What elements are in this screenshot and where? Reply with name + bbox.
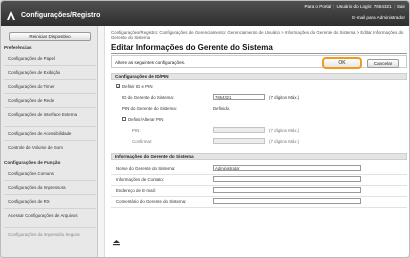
logout-link[interactable]: Sair: [397, 4, 405, 9]
sidebar-item-network[interactable]: Configurações de Rede: [8, 98, 94, 104]
title-divider: [111, 53, 407, 54]
sidebar-item-external-interface[interactable]: Configurações de Interface Externa: [8, 112, 94, 118]
sidebar-divider: [4, 107, 96, 108]
sidebar-item-access-files[interactable]: Acessar Configurações de Arquivos: [8, 213, 94, 219]
confirm-label: Confirmar:: [132, 139, 153, 144]
breadcrumb: Configurações/Registro: Configurações de…: [111, 30, 404, 40]
sidebar-divider: [4, 227, 96, 228]
restart-device-button[interactable]: Reiniciar Dispositivo: [9, 32, 91, 41]
message-row: Altere as seguintes configurações.: [111, 55, 407, 68]
sidebar-item-printer[interactable]: Configurações da Impressora: [8, 185, 94, 191]
define-id-pin-label: Definir ID e PIN: [122, 84, 153, 89]
login-user-label: Usuário do Login: 7654321: [336, 4, 392, 9]
sidebar-item-sound-volume[interactable]: Controle de Volume de Som: [8, 145, 94, 151]
row-divider: [111, 174, 407, 175]
sidebar-divider: [4, 93, 96, 94]
sidebar-item-common[interactable]: Configurações Comuns: [8, 171, 94, 177]
sidebar-divider: [4, 194, 96, 195]
sidebar-item-secure-print[interactable]: Configurações da Impressão Segura: [8, 232, 94, 238]
ok-button[interactable]: OK: [322, 57, 362, 69]
contact-info-label: Informações de Contato:: [116, 177, 165, 182]
manager-pin-label: PIN do Gerente do Sistema:: [122, 106, 177, 111]
sidebar-divider: [4, 180, 96, 181]
double-up-arrow-icon[interactable]: [113, 240, 120, 246]
row-divider: [111, 185, 407, 186]
manager-id-input[interactable]: [213, 94, 265, 100]
row-divider: [111, 207, 407, 208]
confirm-pin-input[interactable]: [213, 138, 265, 144]
sidebar-item-timer[interactable]: Configurações do Timer: [8, 84, 94, 90]
pin-label: PIN:: [132, 128, 141, 133]
sidebar-divider: [4, 79, 96, 80]
app-title: Configurações/Registro: [21, 12, 101, 19]
sidebar-item-display[interactable]: Configurações de Exibição: [8, 70, 94, 76]
sidebar-head-functions: Configurações de Função: [4, 160, 61, 165]
id-pin-section-heading: Configurações de ID/PIN: [111, 73, 407, 80]
portal-link[interactable]: Para o Portal: [304, 4, 331, 9]
sidebar-item-paper[interactable]: Configurações de Papel: [8, 56, 94, 62]
cancel-button[interactable]: Cancelar: [367, 59, 399, 68]
sidebar-item-accessibility[interactable]: Configurações de Acessibilidade: [8, 131, 94, 137]
top-links: Para o Portal | Usuário do Login: 7654321 |…: [304, 4, 405, 9]
app-window: Configurações/Registro Para o Portal | Usu…: [0, 0, 410, 258]
home-logo-icon[interactable]: [7, 11, 15, 20]
row-divider: [111, 196, 407, 197]
page-title: Editar Informações do Gerente do Sistema: [111, 43, 273, 52]
confirm-hint: (7 dígitos Máx.): [269, 139, 300, 144]
manager-comment-input[interactable]: [213, 198, 361, 204]
sidebar-head-preferences: Preferências: [4, 45, 32, 50]
main-panel: Configurações/Registro: Configurações de…: [104, 26, 409, 257]
manager-id-label: ID do Gerente do Sistema:: [122, 95, 174, 100]
email-address-label: Endereço de E-mail:: [116, 188, 156, 193]
email-admin-link[interactable]: E-mail para Administrador: [352, 15, 405, 20]
email-address-input[interactable]: [213, 187, 361, 193]
manager-name-label: Nome do Gerente do Sistema:: [116, 166, 176, 171]
manager-info-section-heading: Informações do Gerente do Sistema: [111, 153, 407, 160]
sidebar-divider: [4, 140, 96, 141]
contact-info-input[interactable]: [213, 176, 361, 182]
sidebar-divider: [4, 65, 96, 66]
define-change-pin-checkbox[interactable]: [122, 117, 126, 121]
manager-name-input[interactable]: [213, 165, 361, 171]
pin-input[interactable]: [213, 127, 265, 133]
manager-id-hint: (7 dígitos Máx.): [269, 95, 300, 100]
sidebar: Reiniciar Dispositivo Preferências Confi…: [1, 26, 98, 257]
pin-hint: (7 dígitos Máx.): [269, 128, 300, 133]
instruction-text: Altere as seguintes configurações.: [115, 60, 186, 65]
sidebar-item-rx[interactable]: Configurações de RX: [8, 199, 94, 205]
manager-comment-label: Comentário do Gerente do Sistema:: [116, 199, 187, 204]
sidebar-divider: [4, 126, 96, 127]
define-change-pin-label: Definir/Alterar PIN: [128, 117, 164, 122]
define-id-pin-checkbox[interactable]: ✓: [116, 84, 120, 89]
sidebar-divider: [4, 208, 96, 209]
manager-pin-status: Definido.: [213, 106, 231, 111]
top-bar: Configurações/Registro Para o Portal | Usu…: [1, 1, 409, 26]
